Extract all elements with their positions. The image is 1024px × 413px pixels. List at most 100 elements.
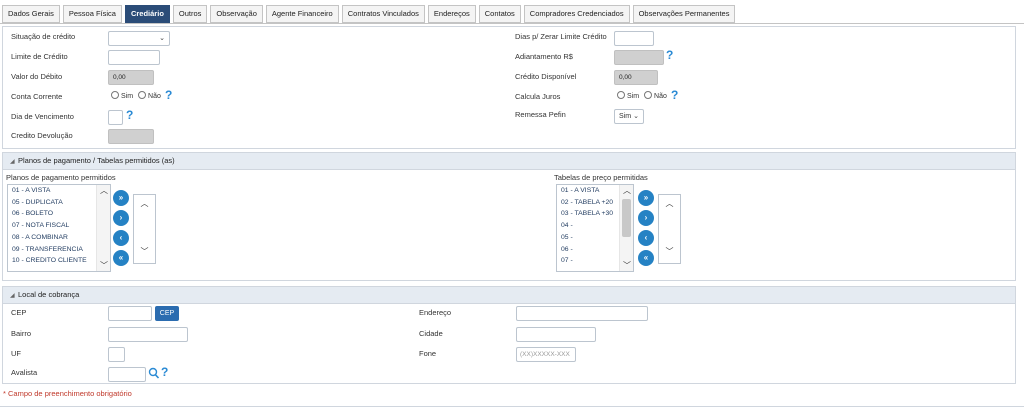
credito-devolucao-field	[108, 129, 154, 144]
conta-corrente-sim-radio[interactable]	[111, 91, 119, 99]
calcula-juros-nao-radio[interactable]	[644, 91, 653, 99]
situacao-label: Situação de crédito	[11, 32, 76, 41]
help-icon[interactable]: ?	[126, 109, 136, 121]
limite-label: Limite de Crédito	[11, 52, 68, 61]
help-icon[interactable]: ?	[671, 89, 681, 101]
bairro-label: Bairro	[11, 329, 32, 338]
tab-pessoa-fisica[interactable]: Pessoa Física	[62, 5, 122, 23]
tab-enderecos[interactable]: Endereços	[427, 5, 476, 23]
list-item[interactable]: 07 - NOTA FISCAL	[8, 220, 110, 232]
move-all-left-button[interactable]: «	[638, 250, 654, 266]
endereco-label: Endereço	[419, 308, 452, 317]
cep-input[interactable]	[108, 306, 152, 321]
adiantamento-field	[614, 50, 664, 65]
cidade-label: Cidade	[419, 329, 443, 338]
tabelas-available-list[interactable]: 01 - A VISTA 02 - TABELA +20 03 - TABELA…	[556, 184, 634, 272]
chevron-up-icon[interactable]: ︿	[134, 198, 155, 209]
avalista-input[interactable]	[108, 367, 146, 382]
scrollbar[interactable]: ︿ ﹀	[134, 195, 155, 263]
double-chevron-right-icon: »	[118, 193, 124, 202]
footer-divider	[0, 406, 1024, 407]
tab-contratos-vinculados[interactable]: Contratos Vinculados	[341, 5, 425, 23]
scrollbar-thumb[interactable]	[622, 199, 631, 237]
limite-credito-input[interactable]	[108, 50, 160, 65]
chevron-right-icon: ›	[644, 213, 648, 222]
remessa-pefin-select[interactable]: Sim ⌄	[614, 109, 644, 124]
list-item[interactable]: 10 - CREDITO CLIENTE	[8, 255, 110, 267]
remessa-pefin-label: Remessa Pefin	[515, 110, 566, 119]
conta-corrente-radio-group: Sim Não	[111, 91, 161, 100]
tab-outros[interactable]: Outros	[172, 5, 208, 23]
list-item[interactable]: 08 - A COMBINAR	[8, 232, 110, 244]
move-right-button[interactable]: ›	[638, 210, 654, 226]
dia-vencimento-input[interactable]	[108, 110, 123, 125]
cobranca-panel-title: Local de cobrança	[18, 290, 80, 299]
situacao-select[interactable]: ⌄	[108, 31, 170, 46]
chevron-down-icon: ⌄	[633, 113, 639, 120]
scrollbar[interactable]: ︿ ﹀	[96, 185, 110, 271]
search-icon[interactable]	[148, 367, 160, 380]
scrollbar[interactable]: ︿ ﹀	[619, 185, 633, 271]
cidade-input[interactable]	[516, 327, 596, 342]
chevron-up-icon[interactable]: ︿	[620, 185, 634, 196]
cep-search-button[interactable]: CEP	[155, 306, 179, 321]
move-left-button[interactable]: ‹	[638, 230, 654, 246]
uf-input[interactable]	[108, 347, 125, 362]
fone-input[interactable]: (XX)XXXXX-XXX	[516, 347, 576, 362]
tab-observacoes-permanentes[interactable]: Observações Permanentes	[632, 5, 736, 23]
chevron-up-icon[interactable]: ︿	[97, 185, 111, 196]
tabelas-label: Tabelas de preço permitidas	[554, 173, 648, 182]
help-icon[interactable]: ?	[165, 89, 175, 101]
list-item[interactable]: 09 - TRANSFERENCIA	[8, 244, 110, 256]
remessa-pefin-value: Sim	[619, 113, 632, 120]
move-right-button[interactable]: ›	[113, 210, 129, 226]
credito-devolucao-label: Credito Devolução	[11, 131, 73, 140]
tabelas-selected-list[interactable]: ︿ ﹀	[658, 194, 681, 264]
bairro-input[interactable]	[108, 327, 188, 342]
planos-panel-title: Planos de pagamento / Tabelas permitidos…	[18, 156, 175, 165]
tab-contatos[interactable]: Contatos	[478, 5, 521, 23]
list-item[interactable]: 06 - BOLETO	[8, 208, 110, 220]
chevron-down-icon[interactable]: ﹀	[97, 260, 111, 271]
help-icon[interactable]: ?	[666, 49, 676, 61]
chevron-down-icon[interactable]: ﹀	[659, 246, 680, 257]
cep-label: CEP	[11, 308, 27, 317]
adiantamento-label: Adiantamento R$	[515, 52, 573, 61]
move-left-button[interactable]: ‹	[113, 230, 129, 246]
list-item[interactable]: 01 - A VISTA	[8, 185, 110, 197]
chevron-down-icon[interactable]: ﹀	[134, 246, 155, 257]
chevron-right-icon: ›	[119, 213, 123, 222]
valor-debito-label: Valor do Débito	[11, 72, 63, 81]
tab-agente-financeiro[interactable]: Agente Financeiro	[265, 5, 339, 23]
required-field-note: * Campo de preenchimento obrigatório	[3, 389, 132, 398]
endereco-input[interactable]	[516, 306, 648, 321]
chevron-down-icon[interactable]: ﹀	[620, 260, 634, 271]
move-all-right-button[interactable]: »	[113, 190, 129, 206]
move-all-right-button[interactable]: »	[638, 190, 654, 206]
planos-panel-header[interactable]: ◢ Planos de pagamento / Tabelas permitido…	[3, 153, 1015, 170]
valor-debito-field: 0,00	[108, 70, 154, 85]
tab-compradores-credenciados[interactable]: Compradores Credenciados	[523, 5, 630, 23]
cobranca-panel-header[interactable]: ◢ Local de cobrança	[3, 287, 1015, 304]
calcula-juros-sim-radio[interactable]	[617, 91, 625, 99]
move-all-left-button[interactable]: «	[113, 250, 129, 266]
scrollbar[interactable]: ︿ ﹀	[659, 195, 680, 263]
tab-observacao[interactable]: Observação	[210, 5, 263, 23]
credito-disponivel-label: Crédito Disponível	[515, 72, 577, 81]
conta-corrente-nao-radio[interactable]	[138, 91, 147, 99]
double-chevron-left-icon: «	[643, 253, 649, 262]
tab-dados-gerais[interactable]: Dados Gerais	[2, 5, 60, 23]
help-icon[interactable]: ?	[161, 366, 171, 378]
dias-zerar-label: Dias p/ Zerar Limite Crédito	[515, 32, 607, 41]
planos-label: Planos de pagamento permitidos	[6, 173, 116, 182]
uf-label: UF	[11, 349, 21, 358]
dias-zerar-input[interactable]	[614, 31, 654, 46]
planos-selected-list[interactable]: ︿ ﹀	[133, 194, 156, 264]
chevron-up-icon[interactable]: ︿	[659, 198, 680, 209]
planos-available-list[interactable]: 01 - A VISTA 05 - DUPLICATA 06 - BOLETO …	[7, 184, 111, 272]
conta-corrente-label: Conta Corrente	[11, 92, 63, 101]
list-item[interactable]: 05 - DUPLICATA	[8, 197, 110, 209]
calcula-juros-radio-group: Sim Não	[617, 91, 667, 100]
tab-crediario[interactable]: Crediário	[124, 5, 170, 23]
sim-label: Sim	[627, 93, 640, 100]
